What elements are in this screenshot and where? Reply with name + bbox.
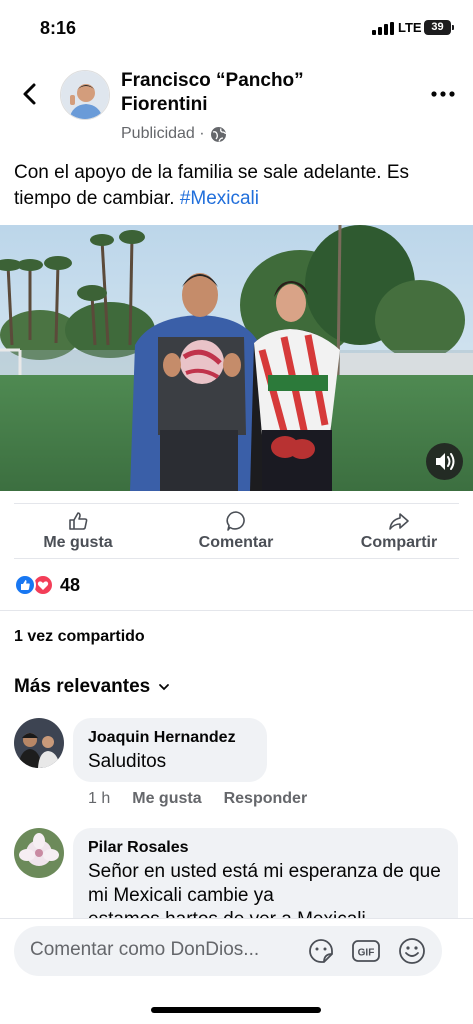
back-button[interactable] (16, 80, 44, 108)
emoji-icon[interactable] (397, 936, 427, 966)
author-name[interactable]: Francisco “Pancho” Fiorentini (121, 69, 391, 117)
share-button[interactable]: Compartir (344, 510, 454, 556)
share-label: Compartir (360, 534, 438, 551)
like-reaction-icon (14, 574, 36, 596)
post-video[interactable] (0, 225, 473, 491)
commenter-avatar[interactable] (14, 828, 64, 878)
like-icon (69, 512, 88, 530)
reaction-count: 48 (60, 574, 81, 595)
commenter-avatar[interactable] (14, 718, 64, 768)
post-text: Con el apoyo de la familia se sale adela… (14, 160, 464, 212)
post-meta: Publicidad · (121, 125, 227, 143)
back-arrow-icon (23, 83, 36, 105)
sound-toggle-button[interactable] (426, 443, 463, 480)
globe-icon (210, 126, 226, 142)
more-icon (431, 91, 455, 97)
gif-icon[interactable]: GIF (351, 936, 381, 966)
like-button[interactable]: Me gusta (28, 510, 128, 556)
comment-placeholder: Comentar como DonDios... (30, 939, 260, 960)
comment-bubble: Joaquin Hernandez Saluditos (73, 718, 267, 782)
sponsored-label: Publicidad · (121, 125, 205, 142)
comment-button[interactable]: Comentar (186, 510, 286, 556)
comment-text: Saluditos (88, 751, 167, 772)
hashtag-link[interactable]: #Mexicali (180, 188, 259, 209)
comment-text: Señor en usted está mi esperanza de que … (88, 861, 441, 906)
sound-icon (436, 453, 455, 470)
battery-icon: 39 (424, 20, 454, 35)
like-label: Me gusta (43, 534, 113, 551)
comment-icon (226, 511, 245, 531)
commenter-name[interactable]: Pilar Rosales (88, 838, 443, 858)
comment-input[interactable]: Comentar como DonDios... GIF (14, 926, 442, 976)
divider (0, 610, 473, 611)
comment-reply-link[interactable]: Responder (224, 790, 308, 808)
author-avatar[interactable] (60, 70, 110, 120)
post-actions-bar: Me gusta Comentar Compartir (14, 503, 459, 559)
reactions-summary[interactable]: 48 (14, 573, 80, 597)
comment-sort-dropdown[interactable]: Más relevantes (14, 676, 170, 698)
svg-text:GIF: GIF (358, 948, 375, 959)
commenter-name[interactable]: Joaquin Hernandez (88, 728, 252, 748)
signal-icon (372, 22, 394, 35)
sort-label: Más relevantes (14, 676, 151, 697)
comment-meta: 1 h Me gusta Responder (88, 790, 307, 808)
comment-like-link[interactable]: Me gusta (132, 790, 201, 808)
network-label: LTE (398, 20, 422, 35)
sticker-icon[interactable] (306, 936, 336, 966)
home-indicator[interactable] (151, 1007, 321, 1013)
more-options-button[interactable] (428, 82, 458, 106)
comment-label: Comentar (198, 534, 274, 551)
chevron-down-icon (159, 684, 170, 691)
share-icon (389, 513, 409, 530)
comment-time: 1 h (88, 790, 111, 807)
video-frame (0, 225, 473, 491)
status-bar: 8:16 LTE 39 (0, 0, 473, 56)
share-count[interactable]: 1 vez compartido (14, 628, 145, 646)
status-time: 8:16 (40, 18, 77, 38)
